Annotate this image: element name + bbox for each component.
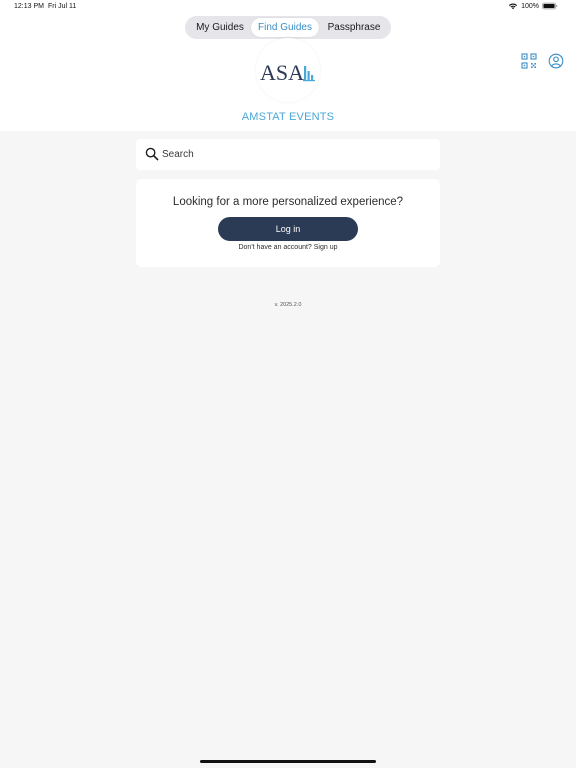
battery-percentage: 100% (521, 2, 539, 10)
status-bar: 12:13 PM Fri Jul 11 100% (0, 0, 576, 14)
asa-logo: ASA (260, 60, 315, 85)
battery-icon (542, 2, 558, 10)
search-icon (145, 147, 159, 161)
tab-find-guides[interactable]: Find Guides (251, 18, 319, 37)
search-box[interactable] (136, 139, 440, 170)
search-input[interactable] (162, 139, 432, 170)
login-card: Looking for a more personalized experien… (136, 179, 440, 267)
logo-text: ASA (260, 60, 304, 85)
tab-passphrase[interactable]: Passphrase (323, 18, 385, 37)
status-right: 100% (508, 2, 558, 10)
status-date: Fri Jul 11 (48, 3, 77, 10)
login-prompt: Looking for a more personalized experien… (172, 196, 404, 208)
tab-my-guides[interactable]: My Guides (191, 18, 249, 37)
signup-link[interactable]: Don't have an account? Sign up (136, 244, 440, 251)
organization-title: AMSTAT EVENTS (241, 111, 335, 123)
login-button[interactable]: Log in (218, 217, 358, 241)
app-version: v. 2025.2.0 (274, 302, 302, 308)
status-time: 12:13 PM (14, 3, 44, 10)
home-indicator (200, 760, 376, 763)
wifi-icon (508, 3, 518, 10)
qr-code-icon[interactable] (521, 53, 537, 69)
guide-tabs: My Guides Find Guides Passphrase (185, 16, 391, 39)
profile-icon[interactable] (548, 53, 564, 69)
organization-logo: ASA (256, 38, 320, 102)
